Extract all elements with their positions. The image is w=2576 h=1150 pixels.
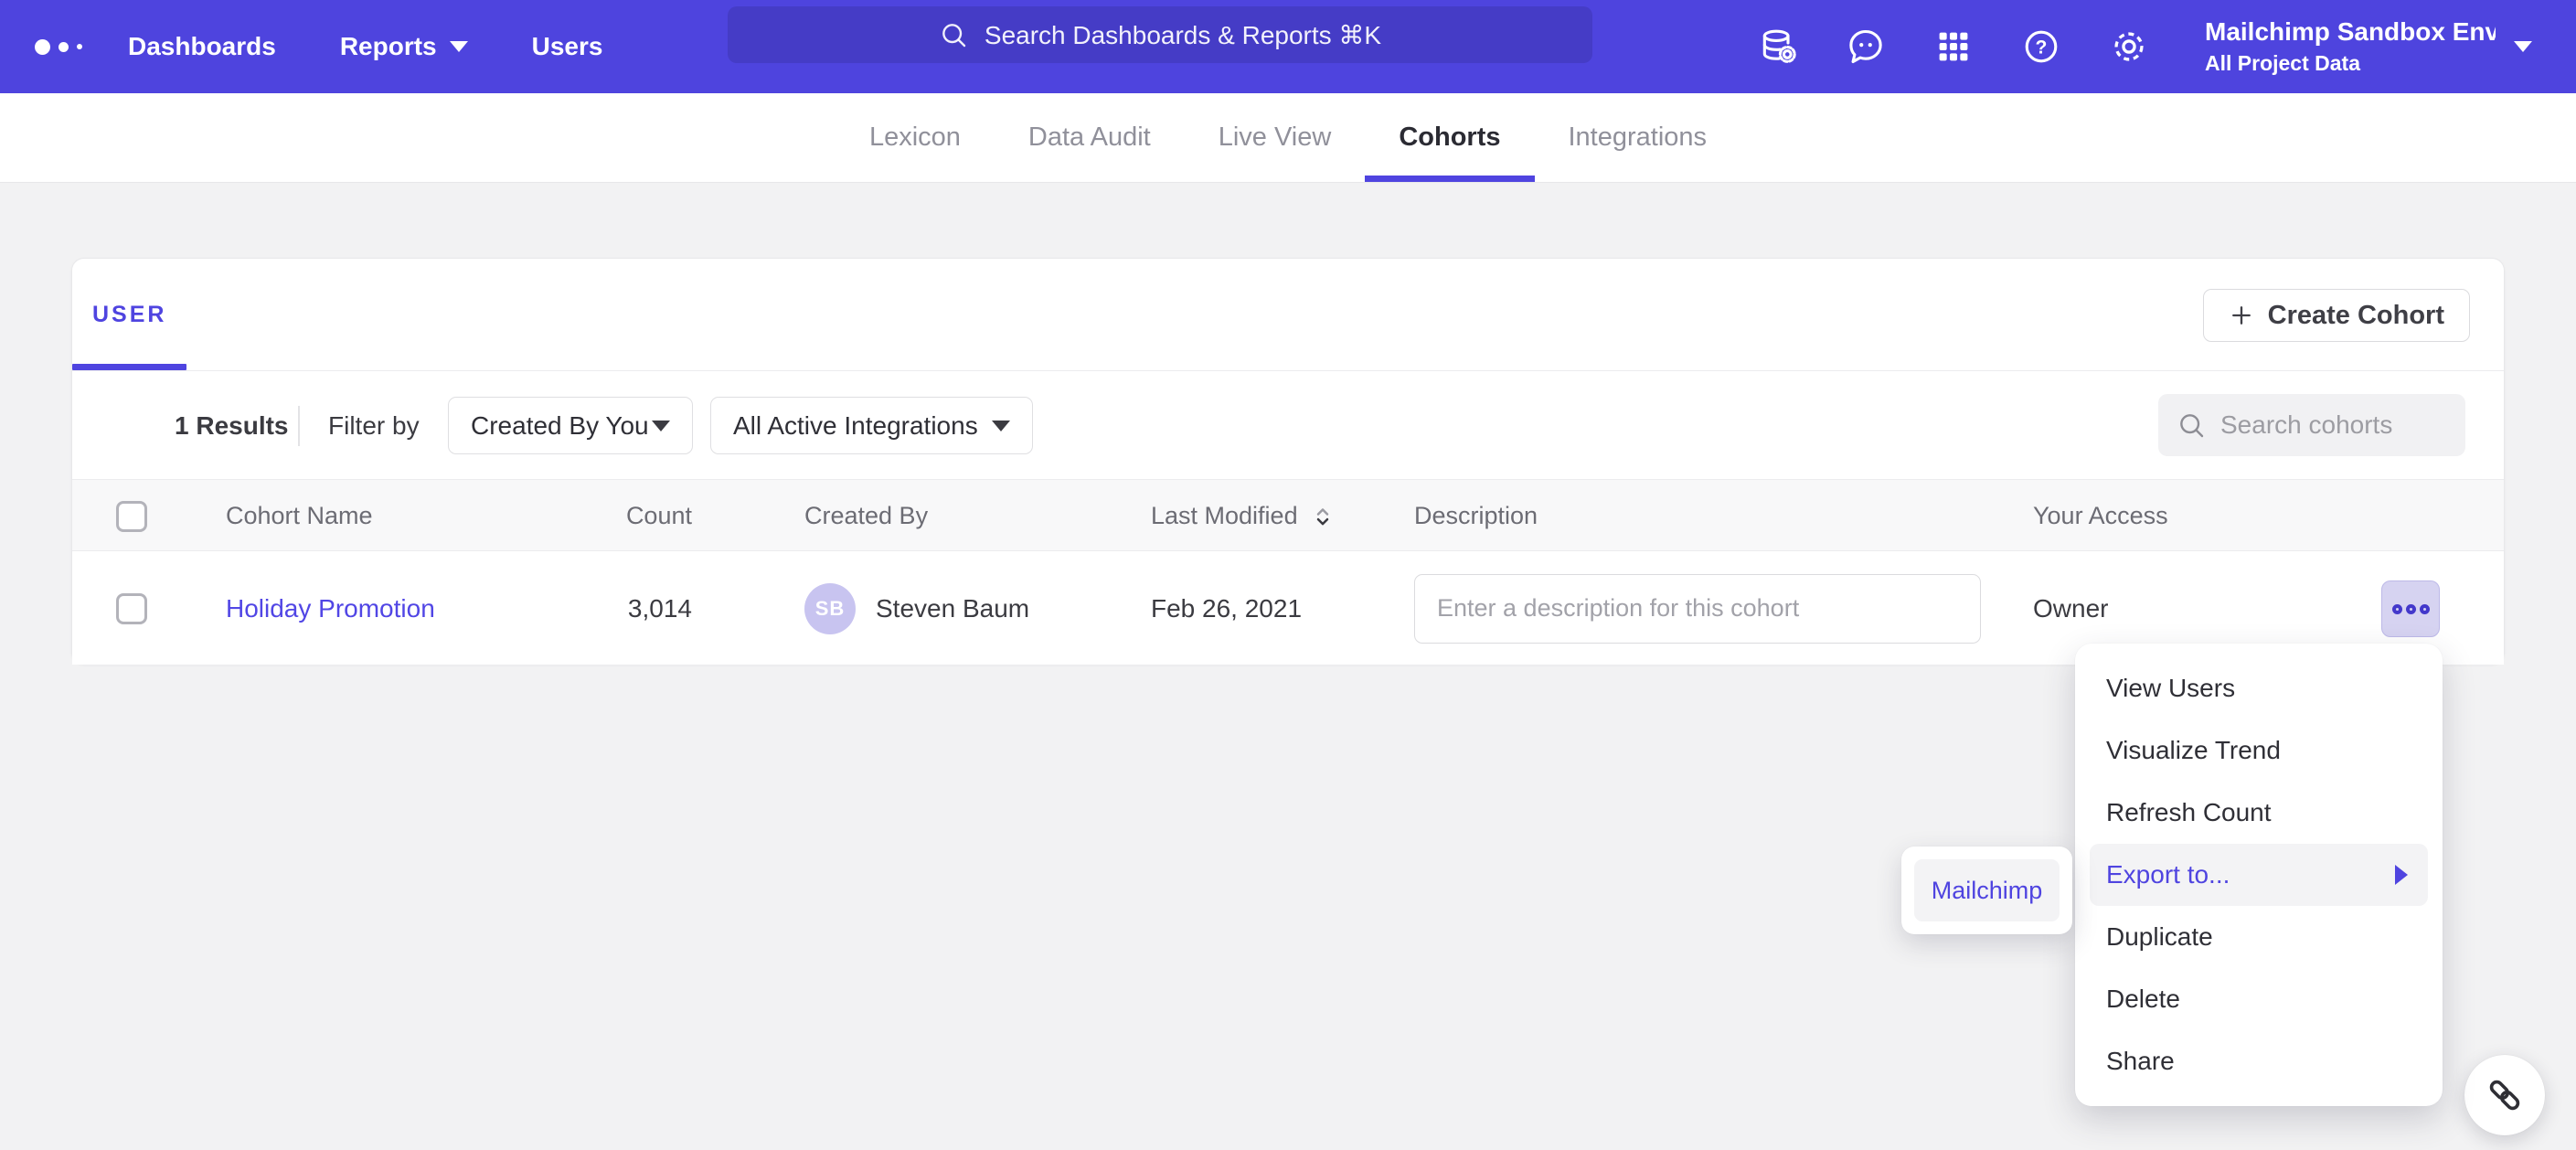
nav-item-dashboards[interactable]: Dashboards [128,32,276,61]
col-your-access: Your Access [2033,480,2168,552]
submenu-arrow-icon [2395,865,2408,885]
project-switcher[interactable]: Mailchimp Sandbox Env... All Project Dat… [2205,0,2563,93]
search-icon [939,20,968,49]
menu-item-label: Export to... [2106,860,2230,889]
project-scope: All Project Data [2205,51,2496,76]
avatar: SB [804,583,856,634]
description-input[interactable] [1414,574,1981,644]
col-description: Description [1414,480,1538,552]
chevron-down-icon [652,421,670,431]
select-all-checkbox[interactable] [116,501,147,532]
filter-by-label: Filter by [328,396,420,456]
col-cohort-name: Cohort Name [226,480,373,552]
menu-item-delete[interactable]: Delete [2075,968,2443,1030]
divider [298,406,300,446]
chevron-down-icon [992,421,1010,431]
apps-grid-icon[interactable] [1932,26,1975,68]
row-actions-menu-button[interactable] [2381,580,2440,637]
link-icon [2484,1074,2526,1116]
menu-item-refresh-count[interactable]: Refresh Count [2075,782,2443,844]
tab-lexicon[interactable]: Lexicon [836,93,995,182]
integrations-filter-dropdown[interactable]: All Active Integrations [710,397,1033,454]
menu-item-duplicate[interactable]: Duplicate [2075,906,2443,968]
tab-live-view[interactable]: Live View [1185,93,1366,182]
search-cohorts-box [2158,394,2465,456]
menu-item-view-users[interactable]: View Users [2075,657,2443,719]
nav-item-users[interactable]: Users [532,32,603,61]
menu-item-share[interactable]: Share [2075,1030,2443,1092]
ellipsis-icon [2392,604,2402,614]
created-by-name: Steven Baum [876,594,1029,623]
search-icon [2177,410,2206,440]
cohort-name-link[interactable]: Holiday Promotion [226,594,435,623]
divider [72,370,2504,371]
tab-data-audit[interactable]: Data Audit [995,93,1185,182]
settings-gear-icon[interactable] [2108,26,2150,68]
logo-dots-icon[interactable] [35,39,99,55]
secondary-nav: Lexicon Data Audit Live View Cohorts Int… [0,93,2576,183]
col-label: Last Modified [1151,502,1298,530]
help-icon[interactable]: ? [2020,26,2062,68]
created-by-filter-dropdown[interactable]: Created By You [448,397,693,454]
cohorts-toolbar: 1 Results Filter by Created By You All A… [72,396,2504,456]
chevron-down-icon [450,41,468,52]
feedback-icon[interactable] [1845,26,1887,68]
tab-integrations[interactable]: Integrations [1535,93,1741,182]
row-checkbox[interactable] [116,593,147,624]
col-last-modified[interactable]: Last Modified [1151,480,1336,552]
submenu-item-mailchimp[interactable]: Mailchimp [1914,859,2060,921]
tab-cohorts[interactable]: Cohorts [1365,93,1534,182]
col-count: Count [546,480,692,552]
copy-link-fab-button[interactable] [2464,1055,2545,1135]
tab-user-cohorts[interactable]: USER [72,259,186,370]
row-actions-menu: View Users Visualize Trend Refresh Count… [2075,644,2443,1106]
menu-item-export-to[interactable]: Export to... [2090,844,2428,906]
export-submenu: Mailchimp [1901,847,2072,934]
cohort-count: 3,014 [546,552,692,665]
svg-text:?: ? [2036,37,2048,59]
col-created-by: Created By [804,480,928,552]
nav-item-label: Users [532,32,603,61]
table-header: Cohort Name Count Created By Last Modifi… [72,479,2504,551]
last-modified-date: Feb 26, 2021 [1151,552,1302,665]
tab-label: Cohorts [1399,122,1500,153]
create-cohort-label: Create Cohort [2268,301,2444,331]
menu-item-visualize-trend[interactable]: Visualize Trend [2075,719,2443,782]
dropdown-value: Created By You [471,411,649,441]
top-nav: Dashboards Reports Users Search Dashboar… [0,0,2576,93]
cohorts-card: USER Create Cohort 1 Results Filter by C… [71,258,2505,665]
global-search-button[interactable]: Search Dashboards & Reports ⌘K [728,6,1592,63]
project-name: Mailchimp Sandbox Env... [2205,17,2496,47]
plus-icon [2229,303,2254,328]
tab-label: Lexicon [869,122,961,153]
tab-label: USER [92,302,166,328]
nav-item-label: Reports [340,32,437,61]
search-cohorts-input[interactable] [2220,410,2440,440]
sort-icon [1309,503,1336,530]
tab-label: Data Audit [1028,122,1151,153]
global-search-placeholder: Search Dashboards & Reports ⌘K [985,20,1381,50]
tab-label: Live View [1219,122,1332,153]
results-count: 1 Results [175,396,289,456]
dropdown-value: All Active Integrations [733,411,978,441]
create-cohort-button[interactable]: Create Cohort [2203,289,2470,342]
nav-item-reports[interactable]: Reports [340,32,468,61]
data-management-icon[interactable] [1757,26,1799,68]
nav-item-label: Dashboards [128,32,276,61]
tab-label: Integrations [1569,122,1708,153]
chevron-down-icon [2514,41,2532,52]
